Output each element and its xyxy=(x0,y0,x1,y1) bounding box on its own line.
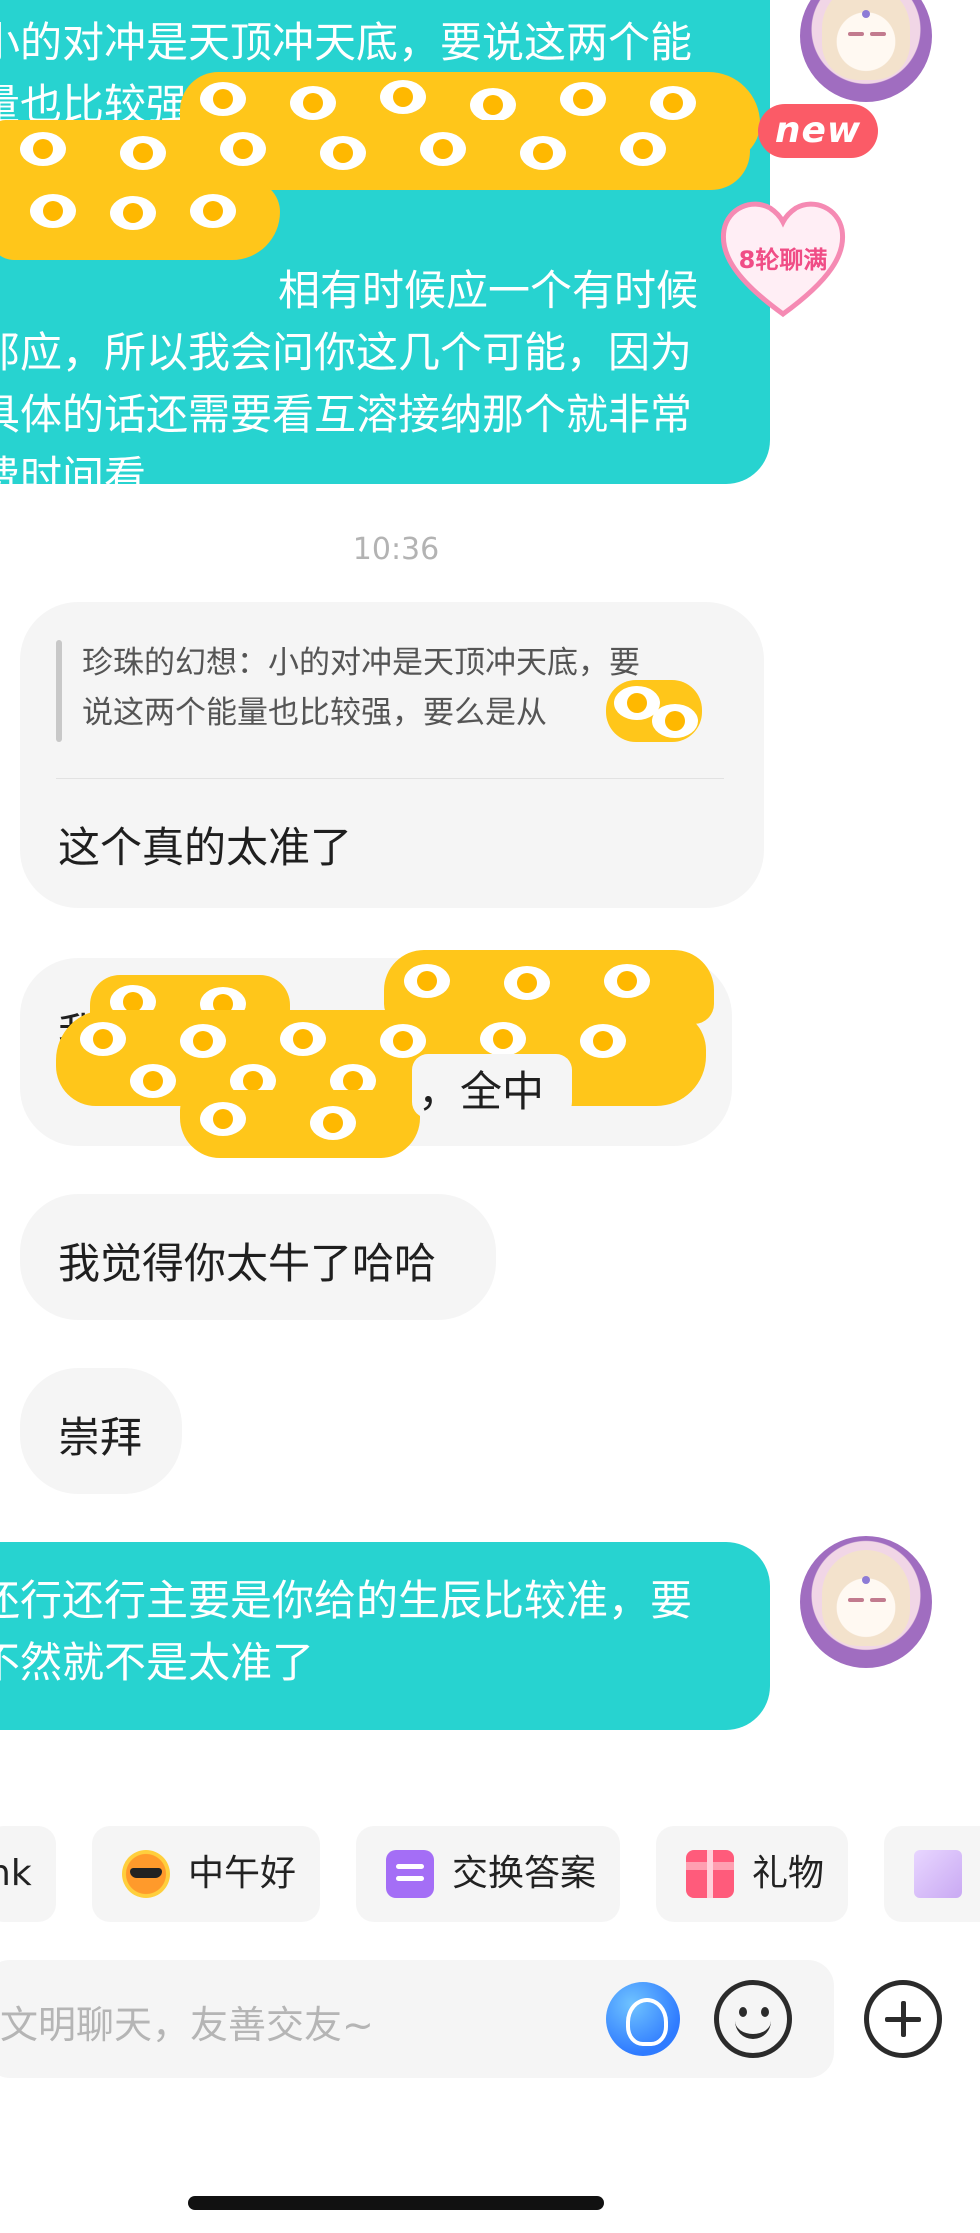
swap-icon xyxy=(386,1850,434,1898)
quote-text: 珍珠的幻想：小的对冲是天顶冲天底，要 说这两个能量也比较强，要么是从… xyxy=(82,638,676,738)
chip-label: 中午好 xyxy=(188,1853,297,1894)
add-button[interactable] xyxy=(864,1980,942,2058)
home-indicator[interactable] xyxy=(188,2196,604,2210)
quick-chip-exchange-answers[interactable]: 交换答案 xyxy=(356,1826,620,1922)
quick-chip-house[interactable] xyxy=(884,1826,980,1922)
quote-bar xyxy=(56,640,62,742)
unredacted-text-patch: ，全中 xyxy=(412,1054,572,1118)
redaction-scribble xyxy=(180,1090,420,1158)
sun-sunglasses-icon xyxy=(122,1850,170,1898)
received-message-bubble[interactable]: 崇拜 xyxy=(20,1368,182,1494)
chat-rounds-heart-badge: 8轮聊满 xyxy=(716,196,850,320)
quick-chip-good-noon[interactable]: 中午好 xyxy=(92,1826,320,1922)
ai-assist-button[interactable] xyxy=(606,1982,680,2056)
quote-divider xyxy=(56,778,724,779)
message-line: 具体的话还需要看互溶接纳那个就非常 xyxy=(0,390,693,439)
redaction-scribble xyxy=(0,180,280,260)
quick-reply-chips: nk 中午好 交换答案 礼物 xyxy=(0,1826,980,1926)
message-line: 那应，所以我会问你这几个可能，因为 xyxy=(0,328,693,377)
received-message-bubble[interactable]: 我觉得你太牛了哈哈 xyxy=(20,1194,496,1320)
sent-message-bubble[interactable]: 还行还行主要是你给的生辰比较准，要 不然就不是太准了 xyxy=(0,1542,770,1730)
message-line: 相有时候应一个有时候 xyxy=(278,266,699,315)
message-line: 费时间看 xyxy=(0,452,147,484)
chip-label: 交换答案 xyxy=(452,1853,597,1894)
user-avatar[interactable] xyxy=(800,0,932,102)
message-text: ，全中 xyxy=(418,1067,545,1116)
house-icon xyxy=(914,1850,962,1898)
quote-line: 珍珠的幻想：小的对冲是天顶冲天底，要 xyxy=(82,645,640,681)
message-text: 崇拜 xyxy=(58,1413,143,1462)
quick-chip-gift[interactable]: 礼物 xyxy=(656,1826,848,1922)
emoji-button[interactable] xyxy=(714,1980,792,2058)
input-placeholder: 文明聊天，友善交友~ xyxy=(0,2003,374,2047)
message-timestamp: 10:36 xyxy=(352,532,440,567)
message-line: 还行还行主要是你给的生辰比较准，要 xyxy=(0,1576,693,1625)
gift-icon xyxy=(686,1850,734,1898)
received-quote-bubble[interactable]: 珍珠的幻想：小的对冲是天顶冲天底，要 说这两个能量也比较强，要么是从… 这个真的… xyxy=(20,602,764,908)
message-input[interactable]: 文明聊天，友善交友~ xyxy=(0,1960,834,2078)
chat-screen: 小的对冲是天顶冲天底，要说这两个能 量也比较强 相有时候应一个有时候 那应，所以… xyxy=(0,0,980,2233)
message-line: 小的对冲是天顶冲天底，要说这两个能 xyxy=(0,18,693,67)
message-text: 这个真的太准了 xyxy=(58,823,353,872)
chip-label: 礼物 xyxy=(752,1853,825,1894)
redaction-scribble xyxy=(606,680,702,742)
chat-rounds-label: 8轮聊满 xyxy=(738,246,828,274)
quick-chip[interactable]: nk xyxy=(0,1826,56,1922)
chip-label: nk xyxy=(0,1853,32,1894)
quote-line: 说这两个能量也比较强，要么是从 xyxy=(82,695,547,731)
new-badge: new xyxy=(758,104,878,158)
user-avatar[interactable] xyxy=(800,1536,932,1668)
message-line: 不然就不是太准了 xyxy=(0,1638,315,1687)
message-text: 我觉得你太牛了哈哈 xyxy=(58,1239,437,1288)
